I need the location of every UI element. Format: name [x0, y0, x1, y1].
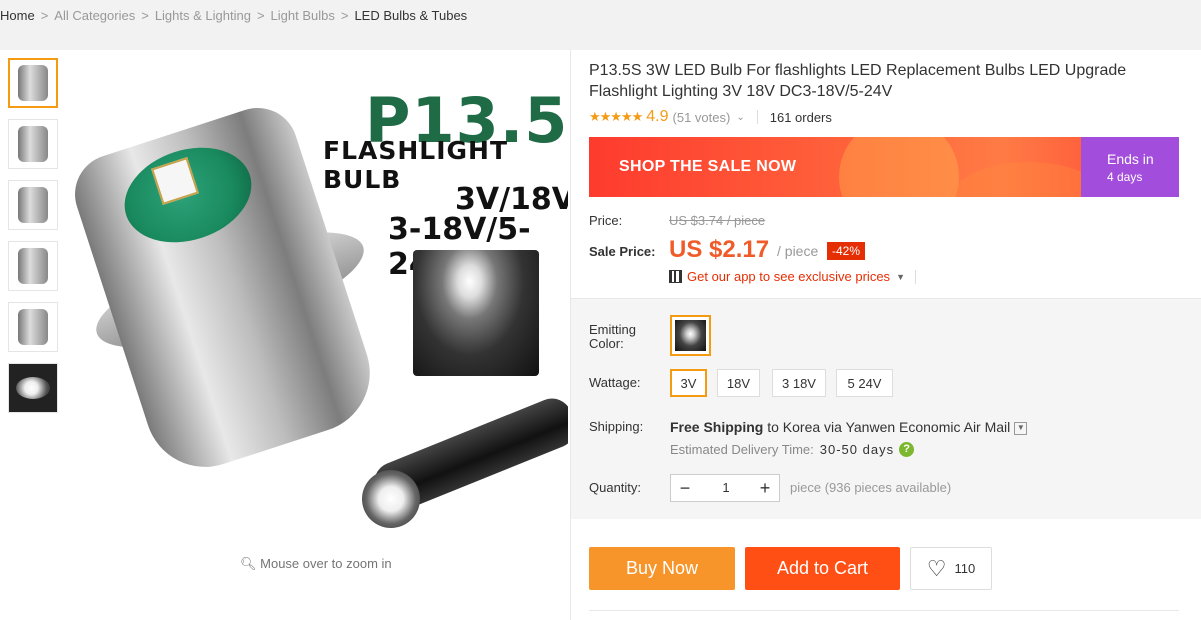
delivery-estimate: Estimated Delivery Time: 30-50 days ?: [670, 442, 915, 457]
banner-decoration: [839, 137, 959, 197]
wattage-label: Wattage:: [589, 375, 641, 390]
quantity-label: Quantity:: [589, 480, 642, 495]
divider: [589, 610, 1179, 611]
breadcrumb-all-categories[interactable]: All Categories: [54, 8, 135, 23]
thumbnail-2[interactable]: [8, 119, 58, 169]
sale-banner-text: SHOP THE SALE NOW: [619, 158, 797, 175]
flashlight-head: [362, 470, 420, 528]
color-swatch-image: [675, 320, 706, 351]
options-section: Emitting Color: Wattage: 3V 18V 3 18V 5 …: [571, 298, 1201, 519]
wattage-option-3-18v[interactable]: 3 18V: [772, 369, 826, 397]
rating-score: 4.9: [646, 108, 669, 125]
wattage-option-18v[interactable]: 18V: [717, 369, 760, 397]
breadcrumb-separator: >: [40, 8, 49, 23]
emitting-color-label: Emitting Color:: [589, 322, 636, 351]
thumbnail-5[interactable]: [8, 302, 58, 352]
thumbnail-6[interactable]: [8, 363, 58, 413]
wishlist-button[interactable]: ♡ 110: [910, 547, 992, 590]
product-info-panel: P13.5S 3W LED Bulb For flashlights LED R…: [570, 50, 1201, 620]
thumbnail-image: [18, 126, 48, 162]
app-price-text: Get our app to see exclusive prices: [687, 269, 891, 284]
shipping-method[interactable]: Free Shipping to Korea via Yanwen Econom…: [670, 419, 1028, 435]
product-title: P13.5S 3W LED Bulb For flashlights LED R…: [589, 62, 1127, 100]
dropdown-icon[interactable]: ▼: [1014, 421, 1028, 435]
price-label: Price:: [589, 213, 623, 228]
buy-now-button[interactable]: Buy Now: [589, 547, 735, 590]
thumbnail-3[interactable]: [8, 180, 58, 230]
thumbnail-image: [16, 377, 50, 399]
help-icon[interactable]: ?: [899, 442, 915, 457]
zoom-hint: 🔍︎ Mouse over to zoom in: [240, 556, 392, 572]
delivery-value: 30-50 days: [819, 442, 895, 457]
shipping-label: Shipping:: [589, 419, 644, 434]
thumbnail-image: [18, 187, 48, 223]
add-to-cart-button[interactable]: Add to Cart: [745, 547, 900, 590]
zoom-hint-text: Mouse over to zoom in: [260, 556, 392, 571]
discount-badge: -42%: [827, 242, 866, 260]
thumbnail-4[interactable]: [8, 241, 58, 291]
breadcrumb: Home > All Categories > Lights & Lighting > Li…: [0, 8, 467, 23]
heart-icon: ♡: [926, 555, 947, 581]
delivery-label: Estimated Delivery Time:: [670, 442, 814, 457]
quantity-increase-button[interactable]: +: [753, 478, 777, 498]
magnifier-icon: 🔍︎: [240, 556, 257, 571]
sale-banner[interactable]: SHOP THE SALE NOW Ends in 4 days: [589, 137, 1179, 197]
wattage-option-5-24v[interactable]: 5 24V: [836, 369, 893, 397]
wattage-option-3v[interactable]: 3V: [670, 369, 707, 397]
chevron-down-icon[interactable]: ⌄: [736, 112, 744, 123]
divider: [756, 110, 758, 124]
breadcrumb-home[interactable]: Home: [0, 8, 35, 23]
price-unit: / piece: [777, 243, 819, 259]
qr-code-icon: [669, 270, 682, 283]
thumbnail-image: [18, 309, 48, 345]
sale-price-label: Sale Price:: [589, 244, 656, 259]
thumbnail-1[interactable]: [8, 58, 58, 108]
votes-link[interactable]: (51 votes): [673, 110, 731, 125]
stock-availability: piece (936 pieces available): [790, 480, 952, 495]
thumbnail-image: [18, 65, 48, 101]
breadcrumb-separator: >: [340, 8, 349, 23]
rating-stars-icon: ★★★★★: [589, 109, 643, 124]
rating-row: ★★★★★ 4.9 (51 votes) ⌄ 161 orders: [589, 108, 832, 126]
sale-countdown: Ends in 4 days: [1081, 137, 1179, 197]
original-price: US $3.74 / piece: [669, 213, 766, 228]
breadcrumb-light-bulbs[interactable]: Light Bulbs: [271, 8, 335, 23]
caret-down-icon: ▼: [896, 271, 905, 282]
divider: [914, 269, 916, 284]
main-product-image[interactable]: P13.5S FLASHLIGHT BULB 3V/18V 3-18V/5-24…: [70, 50, 568, 548]
quantity-input[interactable]: 1: [711, 480, 741, 495]
wishlist-count: 110: [954, 561, 976, 576]
orders-count: 161 orders: [769, 109, 832, 125]
thumbnail-image: [18, 248, 48, 284]
light-glow-inset: [413, 250, 539, 376]
color-swatch-selected[interactable]: [670, 315, 711, 356]
thumbnail-strip: [8, 58, 60, 424]
breadcrumb-led-bulbs-tubes[interactable]: LED Bulbs & Tubes: [354, 8, 467, 23]
breadcrumb-lights-lighting[interactable]: Lights & Lighting: [155, 8, 251, 23]
quantity-decrease-button[interactable]: −: [673, 478, 697, 498]
sale-price: US $2.17: [669, 236, 770, 263]
app-price-link[interactable]: Get our app to see exclusive prices ▼: [669, 269, 916, 284]
free-shipping-text: Free Shipping: [670, 419, 764, 435]
breadcrumb-separator: >: [256, 8, 265, 23]
quantity-stepper: − 1 +: [670, 474, 780, 502]
countdown-label: Ends in: [1107, 151, 1154, 167]
shipping-route-text: to Korea via Yanwen Economic Air Mail: [767, 419, 1011, 435]
breadcrumb-separator: >: [141, 8, 149, 23]
countdown-value: 4 days: [1107, 170, 1143, 184]
